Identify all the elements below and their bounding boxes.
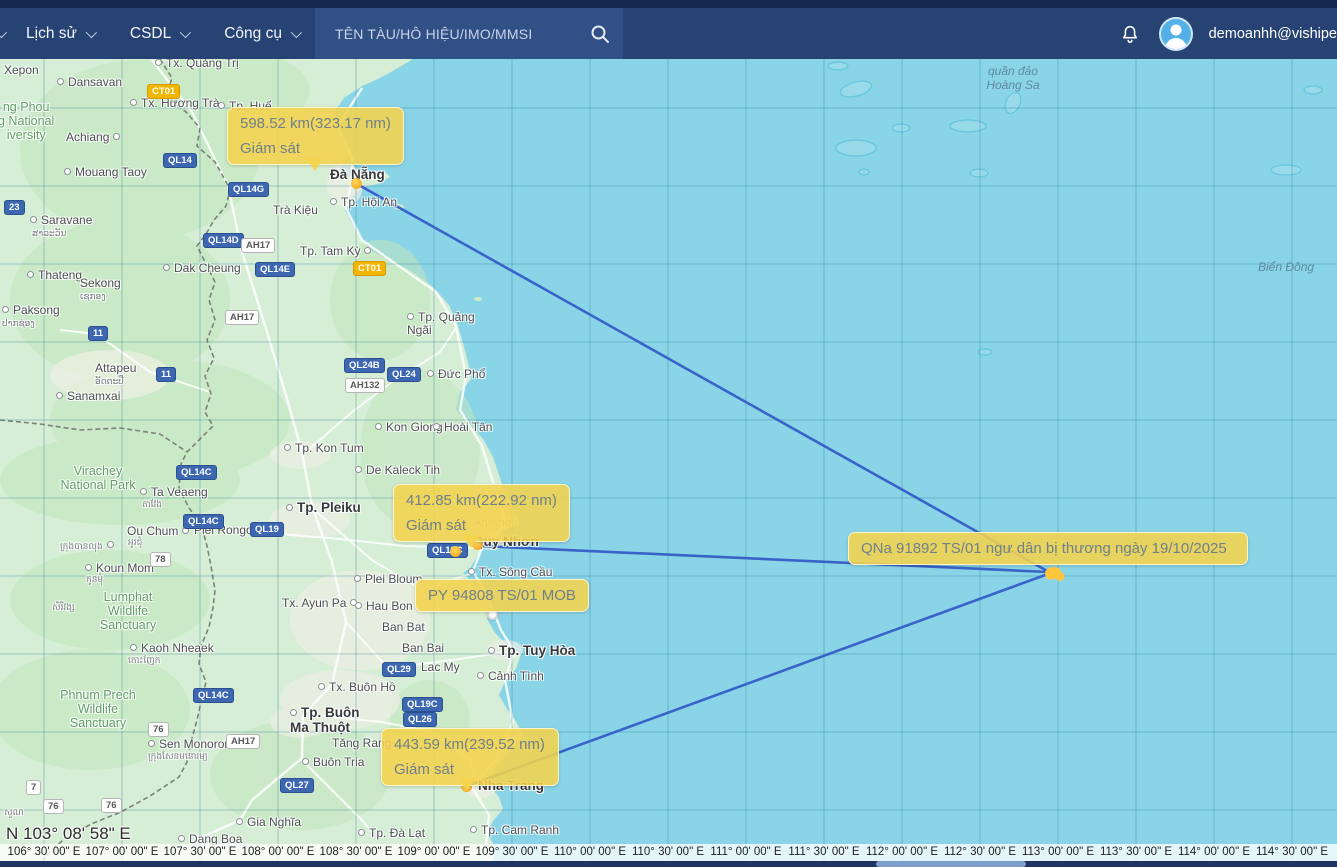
nav-right-cluster: demoanhh@vishipe	[1117, 17, 1337, 51]
nav-item-csdl[interactable]: CSDL	[130, 25, 188, 43]
user-avatar[interactable]	[1159, 17, 1193, 51]
nav-item-label: Lịch sử	[26, 25, 77, 43]
map-canvas[interactable]: XeponDansavanTx. Quảng TrịTx. Hương TràT…	[0, 0, 1337, 867]
longitude-tick: 106° 30' 00" E	[8, 846, 81, 858]
map-tooltip[interactable]: 443.59 km(239.52 nm)Giám sát	[381, 728, 559, 786]
tooltip-line: 598.52 km(323.17 nm)	[240, 111, 391, 136]
chevron-down-icon	[86, 26, 97, 37]
vessel-search-box	[315, 8, 623, 59]
map-base-layer	[0, 0, 1337, 867]
top-navigation-bar: Lịch sử CSDL Công cụ	[0, 8, 1337, 59]
app-window: XeponDansavanTx. Quảng TrịTx. Hương TràT…	[0, 0, 1337, 867]
longitude-tick: 110° 30' 00" E	[632, 846, 704, 858]
nav-item-label: CSDL	[130, 25, 171, 43]
chevron-down-icon	[291, 26, 302, 37]
user-email[interactable]: demoanhh@vishipe	[1209, 26, 1337, 42]
scrollbar-thumb[interactable]	[876, 861, 1026, 867]
search-icon[interactable]	[589, 23, 611, 45]
coordinate-readout: N 103° 08' 58" E	[6, 824, 131, 844]
tooltip-line: Giám sát	[394, 757, 546, 782]
map-tooltip[interactable]: 598.52 km(323.17 nm)Giám sát	[227, 107, 404, 165]
longitude-tick: 110° 00' 00" E	[554, 846, 626, 858]
tooltip-line: Giám sát	[406, 513, 557, 538]
tooltip-line: 412.85 km(222.92 nm)	[406, 488, 557, 513]
longitude-tick: 112° 00' 00" E	[866, 846, 938, 858]
longitude-tick: 107° 30' 00" E	[164, 846, 237, 858]
longitude-tick: 107° 00' 00" E	[86, 846, 159, 858]
longitude-tick: 113° 00' 00" E	[1022, 846, 1094, 858]
window-top-strip	[0, 0, 1337, 8]
notifications-bell-icon[interactable]	[1117, 21, 1143, 47]
nav-item-lich-su[interactable]: Lịch sử	[26, 25, 94, 43]
longitude-tick: 114° 00' 00" E	[1178, 846, 1250, 858]
tooltip-line: QNa 91892 TS/01 ngư dân bị thương ngày 1…	[861, 536, 1235, 561]
horizontal-scrollbar[interactable]	[0, 861, 1337, 867]
map-tooltip[interactable]: 412.85 km(222.92 nm)Giám sát	[393, 484, 570, 542]
tooltip-line: Giám sát	[240, 136, 391, 161]
longitude-tick: 113° 30' 00" E	[1100, 846, 1172, 858]
nav-item-cong-cu[interactable]: Công cụ	[224, 25, 299, 43]
chevron-down-icon[interactable]	[0, 26, 7, 37]
longitude-tick: 111° 00' 00" E	[710, 846, 781, 858]
longitude-tick: 111° 30' 00" E	[788, 846, 859, 858]
longitude-tick: 109° 30' 00" E	[476, 846, 549, 858]
longitude-tick: 108° 00' 00" E	[242, 846, 315, 858]
position-marker[interactable]	[450, 546, 461, 557]
longitude-tick: 108° 30' 00" E	[320, 846, 393, 858]
position-marker[interactable]	[351, 178, 362, 189]
chevron-down-icon	[180, 26, 191, 37]
longitude-ruler: 106° 30' 00" E 107° 00' 00" E 107° 30' 00"…	[0, 844, 1337, 862]
longitude-tick: 114° 30' 00" E	[1256, 846, 1328, 858]
nav-item-label: Công cụ	[224, 25, 282, 43]
longitude-tick: 112° 30' 00" E	[944, 846, 1016, 858]
tooltip-line: 443.59 km(239.52 nm)	[394, 732, 546, 757]
map-tooltip[interactable]: PY 94808 TS/01 MOB	[415, 579, 589, 612]
map-tooltip[interactable]: QNa 91892 TS/01 ngư dân bị thương ngày 1…	[848, 532, 1248, 565]
vessel-search-input[interactable]	[333, 25, 589, 43]
longitude-tick: 109° 00' 00" E	[398, 846, 471, 858]
tooltip-line: PY 94808 TS/01 MOB	[428, 583, 576, 608]
